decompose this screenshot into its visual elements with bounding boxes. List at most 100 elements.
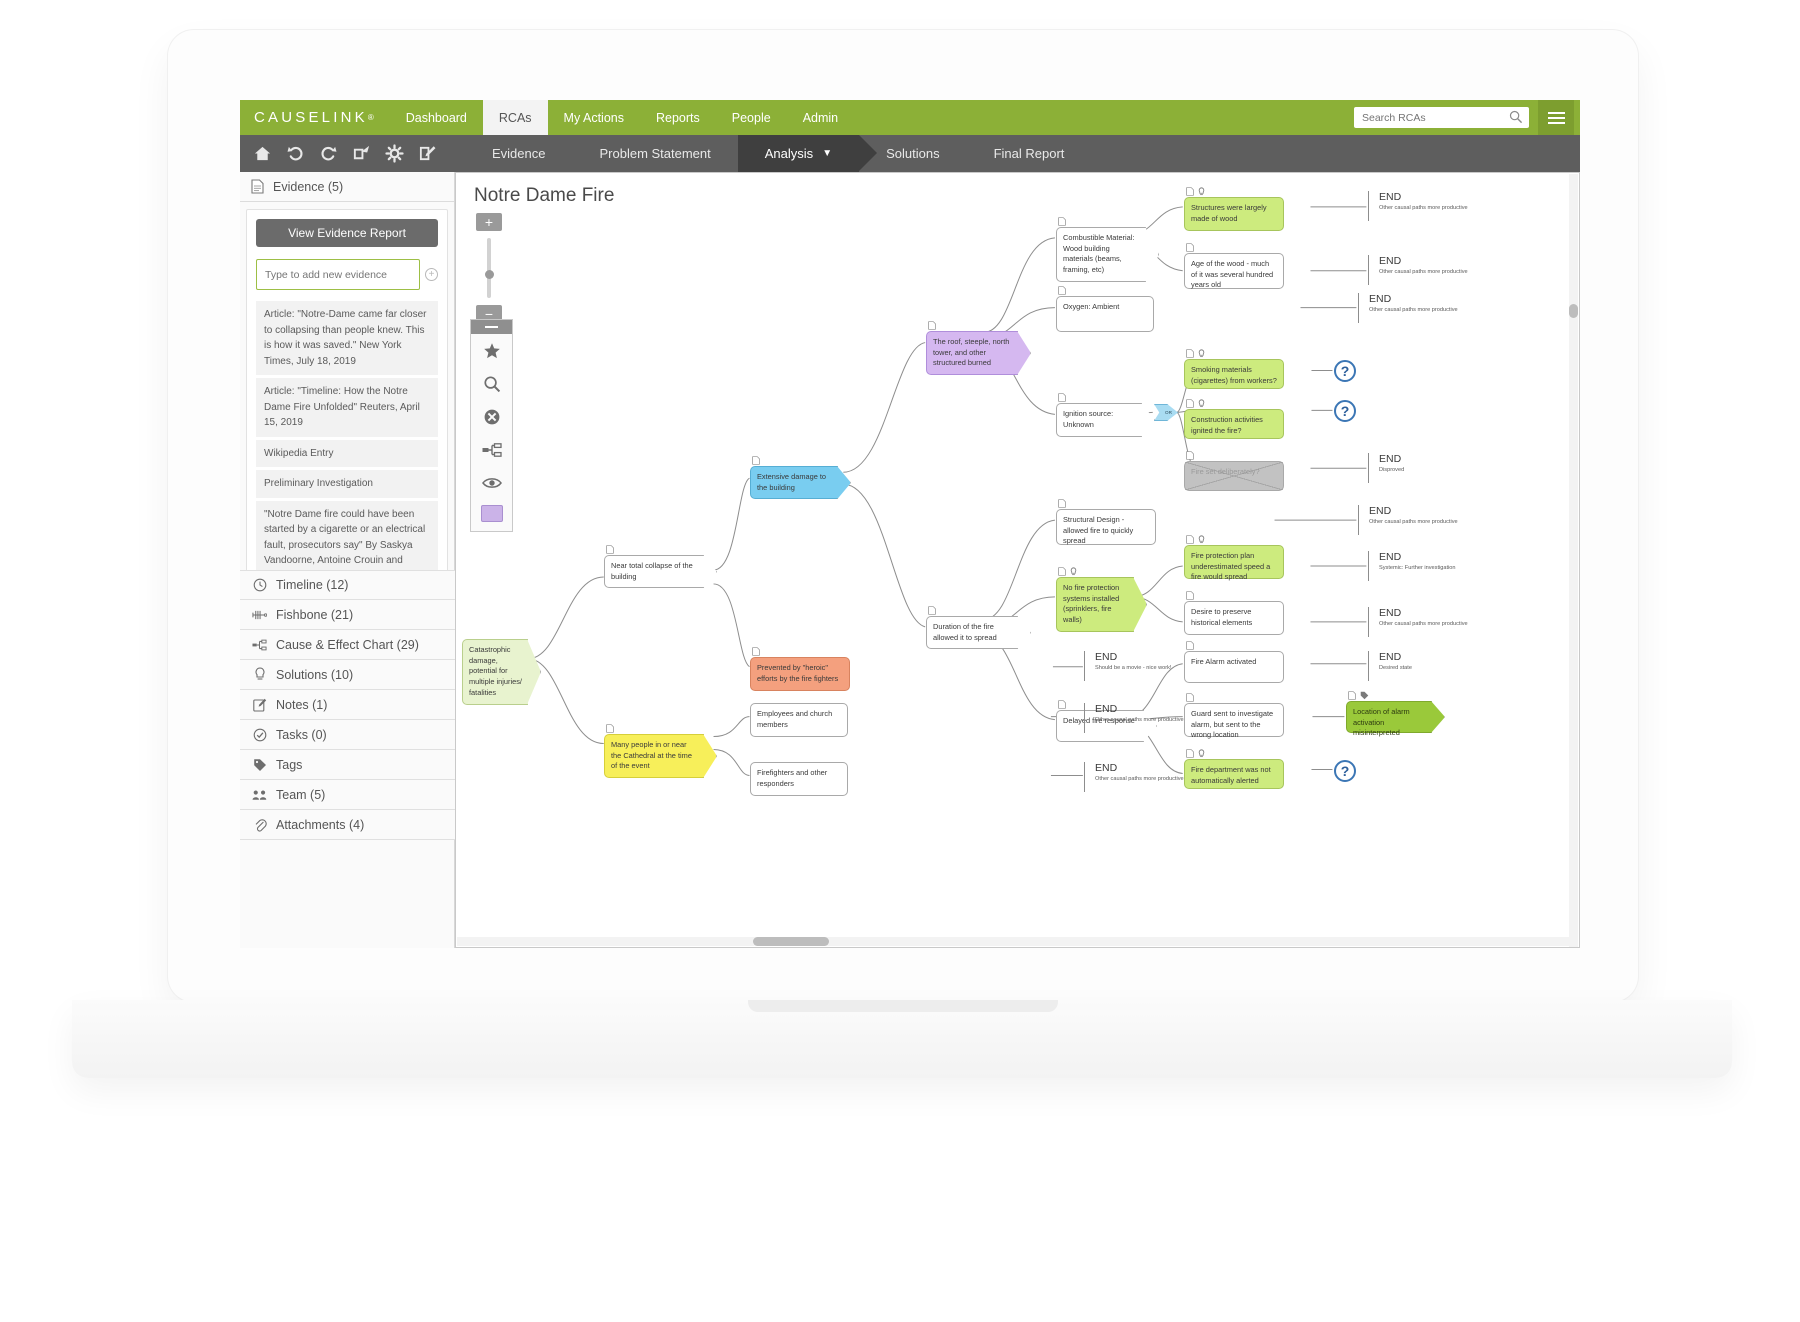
diagram-node[interactable]: Structural Design - allowed fire to quic…: [1056, 509, 1156, 545]
zoom-control[interactable]: + −: [476, 213, 502, 323]
hamburger-menu-icon[interactable]: [1538, 100, 1574, 135]
sidebar-item-cause-effect-chart[interactable]: Cause & Effect Chart (29): [240, 630, 455, 660]
sidebar-item-label: Tags: [276, 757, 303, 772]
sidebar-item-timeline[interactable]: Timeline (12): [240, 570, 455, 600]
diagram-node[interactable]: Construction activities ignited the fire…: [1184, 409, 1284, 439]
diagram-node[interactable]: Firefighters and other responders: [750, 762, 848, 796]
search-icon[interactable]: [1509, 110, 1523, 129]
end-note: Systemic: Further investigation: [1379, 565, 1456, 571]
sidebar-item-label: Tasks (0): [276, 727, 327, 742]
diagram-node[interactable]: Fire protection plan underestimated spee…: [1184, 545, 1284, 581]
stage-tab-evidence[interactable]: Evidence: [465, 135, 572, 172]
view-evidence-report-button[interactable]: View Evidence Report: [256, 219, 438, 247]
diagram-node[interactable]: Combustible Material: Wood building mate…: [1056, 227, 1146, 282]
node-badge: [1058, 567, 1077, 576]
magnifier-icon[interactable]: [471, 367, 512, 400]
diagram-node[interactable]: Ignition source: Unknown: [1056, 403, 1142, 437]
end-title: END: [1369, 505, 1392, 517]
diagram-node[interactable]: Duration of the fire allowed it to sprea…: [926, 616, 1018, 650]
nav-item-my-actions[interactable]: My Actions: [548, 100, 640, 135]
redo-icon[interactable]: [316, 142, 340, 166]
evidence-list-item[interactable]: Article: "Timeline: How the Notre Dame F…: [256, 378, 438, 437]
diagram-node[interactable]: Prevented by "heroic" efforts by the fir…: [750, 657, 850, 691]
search-box[interactable]: [1354, 107, 1529, 128]
end-marker: END Other causal paths more productive: [1368, 607, 1468, 637]
vertical-scrollbar-thumb[interactable]: [1569, 304, 1578, 318]
question-badge[interactable]: ?: [1334, 360, 1356, 382]
question-badge[interactable]: ?: [1334, 760, 1356, 782]
diagram-node-root[interactable]: Catastrophic damage, potential for multi…: [462, 639, 528, 705]
stage-tab-problem-statement[interactable]: Problem Statement: [572, 135, 737, 172]
diagram-node[interactable]: Desire to preserve historical elements: [1184, 601, 1284, 635]
end-note: Other causal paths more productive: [1379, 205, 1468, 211]
evidence-list-item[interactable]: Article: "Notre-Dame came far closer to …: [256, 301, 438, 375]
sidebar-item-solutions[interactable]: Solutions (10): [240, 660, 455, 690]
sidebar-item-team[interactable]: Team (5): [240, 780, 455, 810]
diagram-node[interactable]: Location of alarm activation misinterpre…: [1346, 701, 1432, 737]
diagram-node-disproved[interactable]: Fire set deliberately?: [1191, 467, 1260, 476]
lightbulb-icon: [252, 667, 267, 682]
horizontal-scrollbar[interactable]: [457, 937, 1570, 946]
end-note: Disproved: [1379, 467, 1405, 473]
diagram-node[interactable]: Guard sent to investigate alarm, but sen…: [1184, 703, 1284, 739]
gear-icon[interactable]: [382, 142, 406, 166]
palette-collapse-handle[interactable]: [471, 320, 512, 334]
diagram-node[interactable]: Age of the wood - much of it was several…: [1184, 253, 1284, 289]
tag-icon: [1360, 691, 1369, 700]
undo-icon[interactable]: [283, 142, 307, 166]
nav-item-reports[interactable]: Reports: [640, 100, 716, 135]
end-marker: END Other causal paths more productive: [1084, 703, 1184, 733]
diagram-node[interactable]: Employees and church members: [750, 703, 848, 737]
horizontal-scrollbar-thumb[interactable]: [753, 937, 829, 946]
sidebar-item-notes[interactable]: Notes (1): [240, 690, 455, 720]
evidence-panel-header[interactable]: Evidence (5): [240, 172, 454, 202]
question-badge[interactable]: ?: [1334, 400, 1356, 422]
nav-item-rcas[interactable]: RCAs: [482, 100, 548, 135]
stage-tab-analysis[interactable]: Analysis ▼: [737, 135, 878, 172]
vertical-scrollbar[interactable]: [1569, 174, 1578, 947]
sidebar-item-tags[interactable]: Tags: [240, 750, 455, 780]
share-icon[interactable]: [349, 142, 373, 166]
eye-icon[interactable]: [471, 466, 512, 499]
chevron-down-icon[interactable]: ▼: [822, 148, 832, 159]
cause-effect-icon[interactable]: [471, 433, 512, 466]
nav-item-dashboard[interactable]: Dashboard: [390, 100, 483, 135]
sidebar-item-tasks[interactable]: Tasks (0): [240, 720, 455, 750]
stage-tab-final-report[interactable]: Final Report: [967, 135, 1092, 172]
diagram-node[interactable]: Oxygen: Ambient: [1056, 296, 1154, 332]
nav-item-admin[interactable]: Admin: [787, 100, 854, 135]
diagram-node[interactable]: No fire protection systems installed (sp…: [1056, 577, 1134, 632]
zoom-in-button[interactable]: +: [476, 213, 502, 231]
add-evidence-icon[interactable]: +: [425, 268, 438, 281]
diagram-node[interactable]: Extensive damage to the building: [750, 466, 838, 500]
search-input[interactable]: [1360, 108, 1508, 127]
home-icon[interactable]: [250, 142, 274, 166]
diagram-node[interactable]: Many people in or near the Cathedral at …: [604, 734, 704, 779]
evidence-list-item[interactable]: Wikipedia Entry: [256, 439, 438, 467]
edit-icon[interactable]: [415, 142, 439, 166]
new-evidence-input[interactable]: [256, 259, 420, 290]
end-marker: END Other causal paths more productive: [1368, 191, 1468, 221]
sidebar-item-label: Solutions (10): [276, 667, 354, 682]
star-icon[interactable]: [471, 334, 512, 367]
diagram-node[interactable]: Structures were largely made of wood: [1184, 197, 1284, 231]
diagram-node[interactable]: Fire department was not automatically al…: [1184, 759, 1284, 789]
sidebar-item-attachments[interactable]: Attachments (4): [240, 810, 455, 840]
zoom-slider-track[interactable]: [484, 238, 494, 298]
node-badge: [1058, 393, 1066, 402]
nav-item-people[interactable]: People: [716, 100, 787, 135]
stage-tab-solutions[interactable]: Solutions: [859, 135, 966, 172]
cancel-circle-icon[interactable]: [471, 400, 512, 433]
zoom-slider-thumb[interactable]: [484, 270, 494, 279]
diagram-node[interactable]: Smoking materials (cigarettes) from work…: [1184, 359, 1284, 389]
diagram-node[interactable]: The roof, steeple, north tower, and othe…: [926, 331, 1018, 376]
diagram-surface[interactable]: + − Catastrophic damage, potential for m…: [456, 173, 1579, 947]
evidence-list-item[interactable]: Preliminary Investigation: [256, 470, 438, 498]
diagram-node[interactable]: Near total collapse of the building: [604, 555, 704, 589]
color-swatch[interactable]: [480, 505, 503, 522]
end-title: END: [1095, 703, 1118, 715]
sidebar-item-fishbone[interactable]: Fishbone (21): [240, 600, 455, 630]
node-badge: [752, 647, 760, 656]
diagram-node[interactable]: Fire Alarm activated: [1184, 651, 1284, 683]
analysis-canvas[interactable]: Notre Dame Fire + − Catastrophic damage,…: [455, 172, 1580, 948]
